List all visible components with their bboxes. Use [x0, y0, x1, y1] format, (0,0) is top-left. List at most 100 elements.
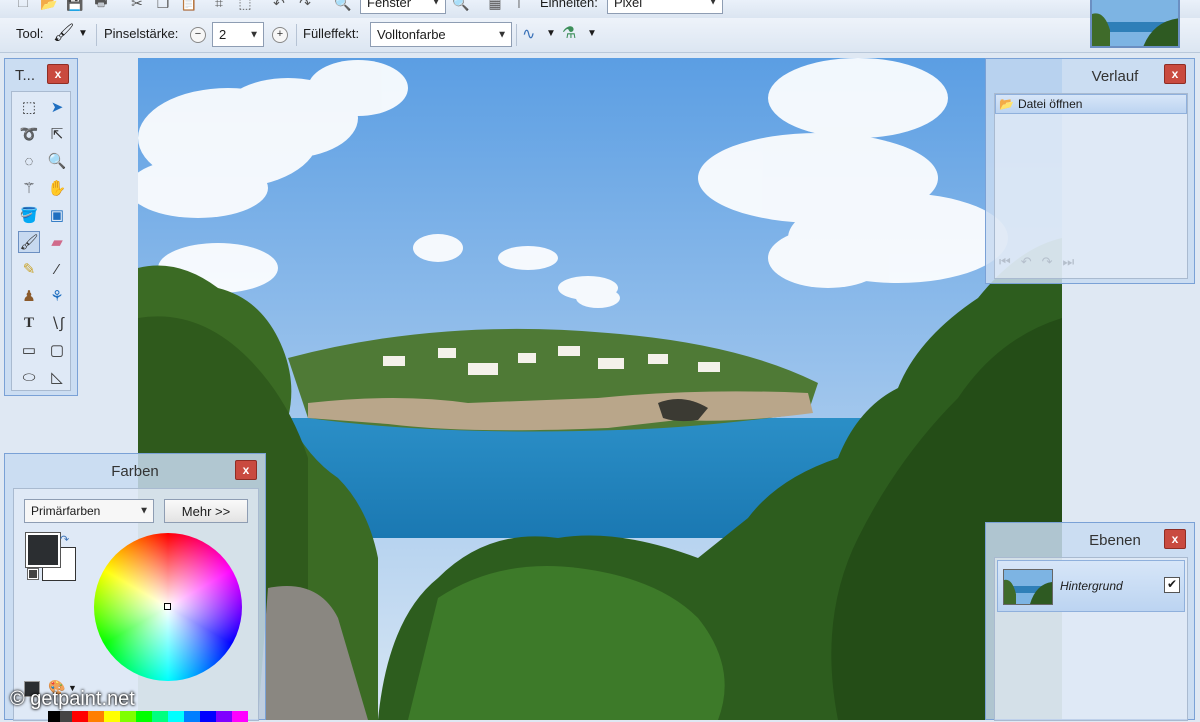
rect-select-icon[interactable]: ⬚: [18, 96, 40, 118]
redo-icon[interactable]: ↷: [1042, 254, 1053, 270]
crop-icon[interactable]: ⌗: [210, 0, 228, 12]
zoom-select-value: Fenster: [367, 0, 412, 10]
chevron-down-icon[interactable]: ▼: [587, 28, 597, 39]
units-label: Einheiten:: [540, 0, 598, 10]
more-colors-button[interactable]: Mehr >>: [164, 499, 248, 523]
ruler-icon[interactable]: ⊤: [510, 0, 528, 12]
colors-panel: Farben x Primärfarben ▼ Mehr >> ↷ 🎨 ▼: [4, 453, 266, 722]
list-item[interactable]: 📂 Datei öffnen: [995, 94, 1187, 114]
history-controls: ⏮ ↶ ↷ ⏭: [999, 254, 1074, 270]
clone-stamp-icon[interactable]: ♟: [18, 285, 40, 307]
rewind-icon[interactable]: ⏮: [999, 254, 1011, 270]
move-selection-icon[interactable]: ➤: [46, 96, 68, 118]
brush-width-select[interactable]: 2 ▼: [212, 22, 264, 47]
chevron-down-icon[interactable]: ▼: [546, 28, 556, 39]
undo-icon[interactable]: ↶: [1021, 254, 1032, 270]
ellipse-select-icon[interactable]: ◌: [18, 150, 40, 172]
open-icon[interactable]: 📂: [40, 0, 58, 12]
deselect-icon[interactable]: ⬚: [236, 0, 254, 12]
swap-colors-icon[interactable]: ↷: [60, 533, 69, 546]
eraser-icon[interactable]: ▰: [46, 231, 68, 253]
colors-panel-title: Farben: [111, 462, 159, 480]
zoom-select[interactable]: Fenster ▼: [360, 0, 446, 14]
magic-wand-icon[interactable]: ⚚: [18, 177, 40, 199]
layers-list: Hintergrund ✔: [994, 557, 1188, 721]
cut-icon[interactable]: ✂: [128, 0, 146, 12]
recolor-icon[interactable]: ⚘: [46, 285, 68, 307]
layer-visibility-checkbox[interactable]: ✔: [1164, 577, 1180, 593]
fast-forward-icon[interactable]: ⏭: [1063, 254, 1075, 270]
pan-icon[interactable]: ✋: [46, 177, 68, 199]
history-item-label: Datei öffnen: [1017, 97, 1083, 111]
text-icon[interactable]: T: [18, 312, 40, 334]
primary-color-swatch[interactable]: [25, 532, 61, 568]
paintbrush-icon[interactable]: 🖌: [53, 23, 75, 43]
history-list: 📂 Datei öffnen ⏮ ↶ ↷ ⏭: [994, 93, 1188, 279]
reset-colors-icon[interactable]: [27, 568, 39, 580]
chevron-down-icon: ▼: [497, 29, 507, 40]
increase-brush-button[interactable]: +: [272, 27, 288, 43]
redo-icon[interactable]: ↷: [296, 0, 314, 12]
rectangle-icon[interactable]: ▭: [18, 339, 40, 361]
chevron-down-icon[interactable]: ▼: [78, 28, 88, 39]
layers-panel-title: Ebenen: [1089, 531, 1141, 549]
image-canvas[interactable]: [138, 58, 1062, 720]
tool-options-bar: Tool: 🖌 ▼ Pinselstärke: − 2 ▼ + Fülleffe…: [0, 18, 1200, 53]
fill-label: Fülleffekt:: [303, 26, 360, 41]
palette-select[interactable]: Primärfarben ▼: [24, 499, 154, 523]
layers-panel: Ebenen x Hintergrund ✔: [985, 522, 1195, 721]
move-selected-icon[interactable]: ⇱: [46, 123, 68, 145]
color-wheel[interactable]: [94, 533, 242, 681]
close-icon[interactable]: x: [235, 460, 257, 480]
image-tab-thumbnail[interactable]: [1090, 0, 1180, 48]
freeform-shape-icon[interactable]: ◺: [46, 366, 68, 388]
landscape-photo: [138, 58, 1062, 720]
palette-select-value: Primärfarben: [31, 504, 101, 518]
units-select-value: Pixel: [614, 0, 643, 10]
layer-name: Hintergrund: [1060, 579, 1123, 593]
gradient-icon[interactable]: ▣: [46, 204, 68, 226]
grid-icon[interactable]: ▦: [486, 0, 504, 12]
close-icon[interactable]: x: [47, 64, 69, 84]
zoom-in-icon[interactable]: 🔍: [452, 0, 470, 12]
close-icon[interactable]: x: [1164, 529, 1186, 549]
tools-panel: T... x ⬚ ➤ ➰ ⇱ ◌ 🔍 ⚚ ✋ 🪣 ▣ 🖌 ▰ ✎ ⁄ ♟ ⚘ T…: [4, 58, 78, 396]
paint-bucket-icon[interactable]: 🪣: [18, 204, 40, 226]
pencil-icon[interactable]: ✎: [18, 258, 40, 280]
paintbrush-icon[interactable]: 🖌: [18, 231, 40, 253]
main-toolbar: 🗋 📂 💾 🖶 ✂ ❐ 📋 ⌗ ⬚ ↶ ↷ 🔍 Fenster ▼ 🔍 ▦ ⊤ …: [0, 0, 1200, 18]
antialias-icon[interactable]: ∿: [522, 24, 535, 44]
decrease-brush-button[interactable]: −: [190, 27, 206, 43]
divider: [296, 24, 297, 46]
line-curve-icon[interactable]: ∖∫: [46, 312, 68, 334]
color-palette-strip[interactable]: [48, 711, 248, 722]
fill-select-value: Volltonfarbe: [377, 27, 446, 42]
zoom-icon[interactable]: 🔍: [46, 150, 68, 172]
color-picker-icon[interactable]: ⁄: [46, 258, 68, 280]
ellipse-icon[interactable]: ⬭: [18, 366, 40, 388]
history-panel-title: Verlauf: [1091, 67, 1139, 85]
chevron-down-icon: ▼: [249, 29, 259, 40]
undo-icon[interactable]: ↶: [270, 0, 288, 12]
chevron-down-icon: ▼: [708, 0, 718, 8]
save-icon[interactable]: 💾: [66, 0, 84, 12]
blend-mode-icon[interactable]: ⚗: [562, 23, 576, 43]
units-select[interactable]: Pixel ▼: [607, 0, 723, 14]
paste-icon[interactable]: 📋: [180, 0, 198, 12]
colors-body: Primärfarben ▼ Mehr >> ↷ 🎨 ▼: [13, 488, 259, 722]
lasso-select-icon[interactable]: ➰: [18, 123, 40, 145]
zoom-icon[interactable]: 🔍: [334, 0, 352, 12]
watermark: © getpaint.net: [10, 688, 135, 710]
fill-select[interactable]: Volltonfarbe ▼: [370, 22, 512, 47]
close-icon[interactable]: x: [1164, 64, 1186, 84]
new-icon[interactable]: 🗋: [14, 0, 32, 12]
layer-row[interactable]: Hintergrund ✔: [997, 560, 1185, 612]
tool-label: Tool:: [16, 26, 44, 41]
print-icon[interactable]: 🖶: [92, 0, 110, 12]
thumbnail-image: [1092, 0, 1178, 46]
chevron-down-icon: ▼: [139, 505, 149, 517]
layer-thumbnail: [1003, 569, 1053, 605]
copy-icon[interactable]: ❐: [154, 0, 172, 12]
divider: [516, 24, 517, 46]
rounded-rect-icon[interactable]: ▢: [46, 339, 68, 361]
